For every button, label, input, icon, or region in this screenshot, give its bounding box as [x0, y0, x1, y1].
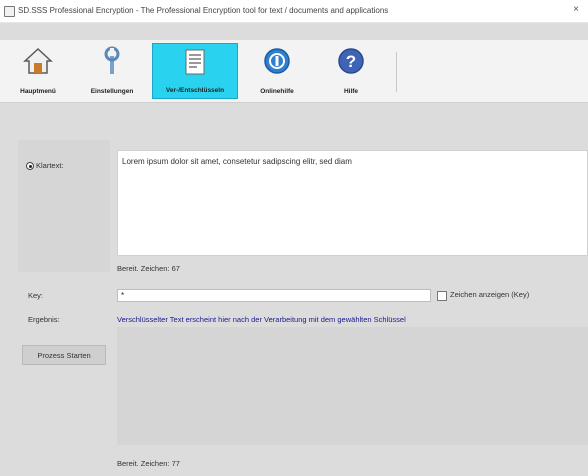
toolbar: Hauptmenü Einstellungen Ver-/Entschlüsse… [0, 40, 588, 103]
toolbar-label-home: Hauptmenü [20, 88, 56, 95]
document-icon [185, 49, 205, 75]
close-icon[interactable]: × [570, 4, 582, 16]
text-radio-label: Klartext: [36, 161, 64, 170]
toolbar-divider [396, 52, 397, 92]
process-start-button[interactable]: Prozess Starten [22, 345, 106, 365]
status-info-bottom: Bereit. Zeichen: 77 [117, 459, 180, 468]
help-icon: ? [338, 48, 364, 74]
content-textarea[interactable]: Lorem ipsum dolor sit amet, consetetur s… [117, 150, 588, 256]
key-input[interactable] [117, 289, 431, 302]
status-info-top: Bereit. Zeichen: 67 [117, 264, 180, 273]
tools-icon [104, 46, 120, 74]
text-radio-button[interactable] [26, 162, 34, 170]
toolbar-label-help: Hilfe [343, 88, 359, 95]
key-label: Key: [28, 291, 44, 300]
show-key-checkbox[interactable] [437, 291, 447, 301]
svg-text:?: ? [346, 52, 356, 71]
result-text: Verschlüsselter Text erscheint hier nach… [117, 315, 406, 324]
toolbar-button-help[interactable]: ? Hilfe [320, 43, 382, 99]
toolbar-button-home[interactable]: Hauptmenü [4, 43, 72, 99]
left-panel [18, 140, 110, 272]
toolbar-button-encrypt[interactable]: Ver-/Entschlüsseln [152, 43, 238, 99]
app-icon [4, 6, 15, 17]
window-title: SD.SSS Professional Encryption - The Pro… [18, 6, 389, 15]
content-text: Lorem ipsum dolor sit amet, consetetur s… [122, 157, 352, 166]
result-area[interactable] [117, 327, 588, 445]
show-key-label: Zeichen anzeigen (Key) [450, 290, 530, 299]
toolbar-label-encrypt: Ver-/Entschlüsseln [165, 87, 225, 94]
result-label: Ergebnis: [28, 315, 60, 324]
toolbar-label-settings: Einstellungen [90, 88, 134, 95]
home-icon [23, 47, 53, 74]
toolbar-button-settings[interactable]: Einstellungen [78, 43, 146, 99]
toolbar-label-online-help: Onlinehilfe [260, 88, 294, 95]
title-bar: SD.SSS Professional Encryption - The Pro… [0, 0, 588, 23]
info-icon [264, 48, 290, 74]
toolbar-button-online-help[interactable]: Onlinehilfe [246, 43, 308, 99]
